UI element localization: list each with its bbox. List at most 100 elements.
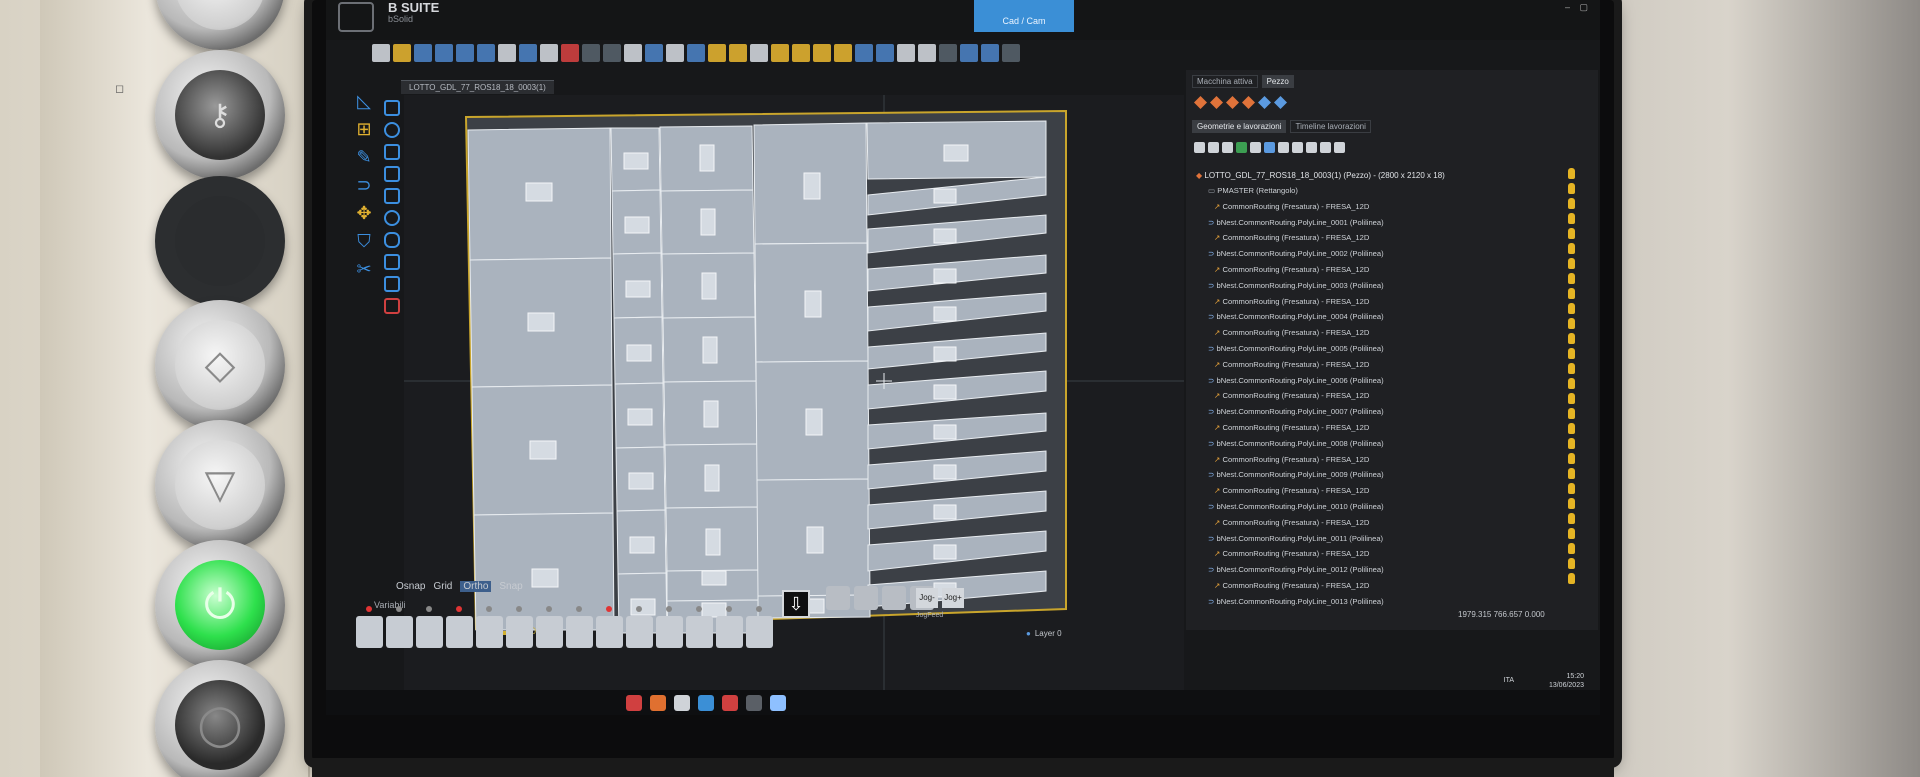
settings-icon[interactable] (1002, 44, 1020, 62)
tab-geometries[interactable]: Geometrie e lavorazioni (1192, 120, 1287, 133)
visibility-bulb-icon[interactable] (1568, 198, 1575, 209)
osnap-toggle[interactable]: Osnap (396, 581, 425, 592)
tree-item-polyline[interactable]: bNest.CommonRouting.PolyLine_0012 (Polil… (1196, 562, 1526, 578)
visibility-bulb-icon[interactable] (1568, 393, 1575, 404)
taskbar-app-icon[interactable] (626, 694, 642, 711)
tab-part[interactable]: Pezzo (1261, 75, 1294, 88)
machining-tool-button[interactable] (656, 606, 683, 648)
tree-item-routing[interactable]: CommonRouting (Fresatura) - FRESA_12D (1196, 483, 1526, 499)
line-tool-icon[interactable] (384, 100, 400, 116)
power-on-button[interactable]: ⏻ (155, 540, 285, 670)
list-icon[interactable] (1278, 142, 1289, 153)
copy-icon[interactable] (1250, 142, 1261, 153)
minimize-button[interactable]: – (1565, 2, 1570, 12)
layers-icon[interactable] (1194, 142, 1205, 153)
layers-icon[interactable] (792, 44, 810, 62)
save-as-icon[interactable] (435, 44, 453, 62)
tree-item-polyline[interactable]: bNest.CommonRouting.PolyLine_0007 (Polil… (1196, 404, 1526, 420)
machining-tool-button[interactable] (536, 606, 563, 648)
layer-label[interactable]: Layer 0 (1035, 629, 1062, 638)
power-off-button[interactable]: ◯ (155, 660, 285, 777)
tree-item-routing[interactable]: CommonRouting (Fresatura) - FRESA_12D (1196, 262, 1526, 278)
machining-tool-button[interactable] (386, 606, 413, 648)
filter-icon[interactable] (1208, 142, 1219, 153)
visibility-bulb-icon[interactable] (1568, 558, 1575, 569)
visibility-bulb-icon[interactable] (1568, 363, 1575, 374)
jog-feed-checkbox[interactable]: JogFeed (916, 612, 943, 619)
print-icon[interactable] (498, 44, 516, 62)
tree-item-routing[interactable]: CommonRouting (Fresatura) - FRESA_12D (1196, 294, 1526, 310)
edit-icon[interactable] (1222, 142, 1233, 153)
visibility-bulb-icon[interactable] (1568, 453, 1575, 464)
import-icon[interactable] (456, 44, 474, 62)
taskbar-app-icon[interactable] (722, 694, 738, 711)
measure-icon[interactable] (876, 44, 894, 62)
visibility-bulb-icon[interactable] (1568, 183, 1575, 194)
tree-item-rectangle[interactable]: PMASTER (Rettangolo) (1196, 183, 1526, 199)
visibility-bulb-icon[interactable] (1568, 573, 1575, 584)
node-edit-icon[interactable]: ⊞ (353, 118, 375, 140)
cut-icon[interactable] (519, 44, 537, 62)
export-icon[interactable] (477, 44, 495, 62)
undo-icon[interactable] (582, 44, 600, 62)
maximize-button[interactable]: ▢ (1579, 2, 1588, 13)
move-icon[interactable]: ✥ (353, 202, 375, 224)
snap-point-icon[interactable] (645, 44, 663, 62)
machining-tool-button[interactable] (686, 606, 713, 648)
tree-item-routing[interactable]: CommonRouting (Fresatura) - FRESA_12D (1196, 388, 1526, 404)
tree-item-routing[interactable]: CommonRouting (Fresatura) - FRESA_12D (1196, 230, 1526, 246)
play-icon[interactable] (1292, 142, 1303, 153)
check-icon[interactable] (1236, 142, 1247, 153)
tree-item-polyline[interactable]: bNest.CommonRouting.PolyLine_0008 (Polil… (1196, 436, 1526, 452)
tree-item-routing[interactable]: CommonRouting (Fresatura) - FRESA_12D (1196, 546, 1526, 562)
slot-tool-icon[interactable] (384, 276, 400, 292)
visibility-bulb-icon[interactable] (1568, 468, 1575, 479)
view-cube-icon[interactable] (771, 44, 789, 62)
globe-icon[interactable] (939, 44, 957, 62)
tree-item-polyline[interactable]: bNest.CommonRouting.PolyLine_0010 (Polil… (1196, 499, 1526, 515)
visibility-bulb-icon[interactable] (1568, 513, 1575, 524)
delete-icon[interactable] (561, 44, 579, 62)
visibility-bulb-icon[interactable] (1568, 528, 1575, 539)
taskbar-app-icon[interactable] (698, 694, 714, 711)
visibility-bulb-icon[interactable] (1568, 243, 1575, 254)
text-tool-icon[interactable] (384, 298, 400, 314)
view-side-icon[interactable] (729, 44, 747, 62)
measure-angle-icon[interactable]: ◺ (353, 90, 375, 112)
stop-cycle-button[interactable]: ▽ (155, 420, 285, 550)
part-tool-icon[interactable] (1194, 96, 1207, 109)
arc-tool-icon[interactable] (384, 122, 400, 138)
visibility-bulb-icon[interactable] (1568, 168, 1575, 179)
refresh-icon[interactable] (897, 44, 915, 62)
part-tool-icon[interactable] (1258, 96, 1271, 109)
machining-tool-button[interactable] (476, 606, 503, 648)
tree-root[interactable]: LOTTO_GDL_77_ROS18_18_0003(1) (Pezzo) - … (1196, 168, 1526, 183)
visibility-bulb-icon[interactable] (1568, 378, 1575, 389)
machine-command-button[interactable] (882, 586, 906, 610)
pen-icon[interactable]: ✎ (353, 146, 375, 168)
machining-tool-button[interactable] (596, 606, 623, 648)
visibility-bulb-icon[interactable] (1568, 333, 1575, 344)
pan-icon[interactable] (666, 44, 684, 62)
visibility-bulb-icon[interactable] (1568, 423, 1575, 434)
spline-tool-icon[interactable] (384, 166, 400, 182)
jog-minus-button[interactable]: Jog- (916, 588, 938, 608)
target-icon[interactable] (918, 44, 936, 62)
snap-toggle[interactable]: Snap (499, 581, 522, 592)
part-tool-icon[interactable] (1226, 96, 1239, 109)
doc-icon[interactable] (1320, 142, 1331, 153)
machine-command-button[interactable] (854, 586, 878, 610)
tree-item-polyline[interactable]: bNest.CommonRouting.PolyLine_0003 (Polil… (1196, 278, 1526, 294)
diamond-icon[interactable] (834, 44, 852, 62)
view-front-icon[interactable] (708, 44, 726, 62)
curve-tool-icon[interactable] (384, 144, 400, 160)
part-tool-icon[interactable] (1274, 96, 1287, 109)
material-icon[interactable] (813, 44, 831, 62)
visibility-bulb-icon[interactable] (1568, 348, 1575, 359)
machining-tool-button[interactable] (506, 606, 533, 648)
machining-tool-button[interactable] (416, 606, 443, 648)
tree-item-routing[interactable]: CommonRouting (Fresatura) - FRESA_12D (1196, 357, 1526, 373)
machining-tool-button[interactable] (356, 606, 383, 648)
machining-tool-button[interactable] (446, 606, 473, 648)
taskbar-app-icon[interactable] (674, 694, 690, 711)
